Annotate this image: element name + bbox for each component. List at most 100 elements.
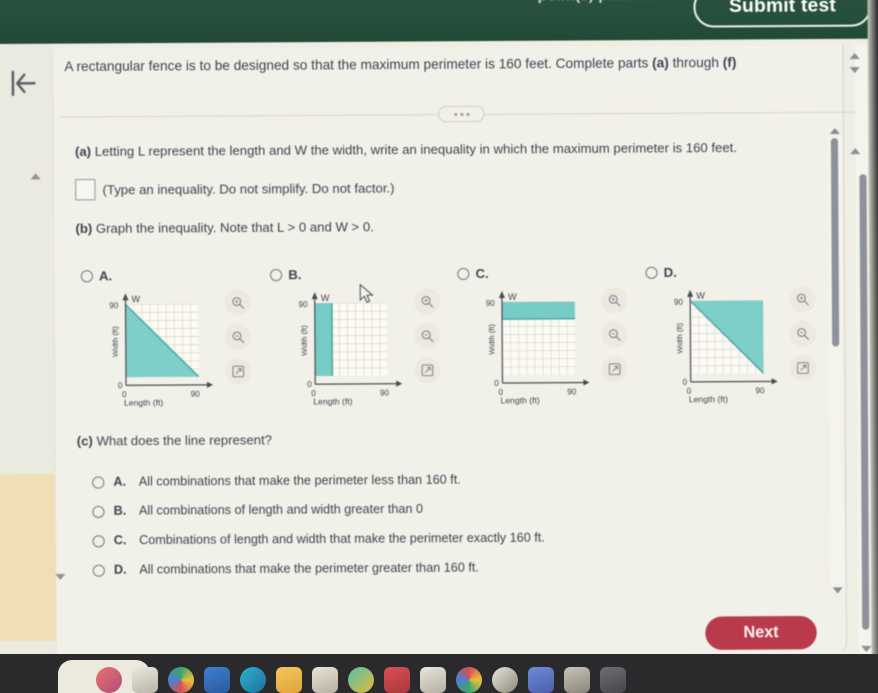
graph-radio-b[interactable] [270,268,283,281]
svg-text:Width (ft): Width (ft) [487,323,496,354]
photos-icon[interactable] [168,667,194,693]
graph-c-tools[interactable] [601,287,628,383]
graph-radio-a[interactable] [80,269,93,282]
open-in-new-icon[interactable] [225,358,252,385]
zoom-in-icon[interactable] [789,285,816,313]
svg-text:90: 90 [191,390,201,399]
svg-text:90: 90 [486,299,496,308]
svg-text:90: 90 [674,298,684,307]
question-scrollbar-thumb[interactable] [830,138,840,347]
svg-text:90: 90 [299,300,309,309]
svg-text:90: 90 [755,387,765,396]
svg-text:W: W [508,292,517,302]
mail-app-icon[interactable] [348,667,374,693]
pages-icon[interactable] [420,667,446,693]
open-in-new-icon[interactable] [414,357,441,384]
svg-text:Width (ft): Width (ft) [675,322,684,353]
preview-icon[interactable] [564,667,590,693]
dot-1 [453,112,457,116]
graph-radio-d[interactable] [645,266,658,279]
choice-row-b[interactable]: B. All combinations of length and width … [92,501,424,519]
notes-icon[interactable] [312,667,338,693]
dot-2 [459,112,463,116]
svg-text:W: W [321,293,330,303]
open-in-new-icon[interactable] [601,355,628,383]
graph-option-b-head[interactable]: B. [270,267,301,282]
zoom-out-icon[interactable] [789,320,816,347]
zoom-out-icon[interactable] [414,322,441,350]
choice-radio-b[interactable] [92,505,105,519]
choice-letter-a: A. [113,474,127,489]
section-divider [60,99,861,128]
part-a-scroll-up-caret[interactable] [850,148,861,155]
chrome-icon[interactable] [456,667,482,693]
back-to-start-icon[interactable] [6,66,41,101]
part-a-hint: (Type an inequality. Do not simplify. Do… [102,180,395,198]
graph-plot-c: W 90 0 0 90 Width (ft) [469,285,591,399]
open-in-new-icon[interactable] [789,354,817,382]
choice-radio-c[interactable] [92,535,105,548]
next-button[interactable]: Next [705,615,817,650]
graph-a-tools[interactable] [224,289,252,385]
graph-radio-c[interactable] [457,267,470,280]
graph-d-tools[interactable] [789,285,817,382]
part-b-text: Graph the inequality. Note that L > 0 an… [92,218,374,236]
zoom-out-icon[interactable] [601,321,628,348]
zoom-in-icon[interactable] [601,287,628,314]
more-options-pill[interactable] [438,105,485,123]
choice-row-d[interactable]: D. All combinations that make the perime… [92,560,479,577]
graph-option-a[interactable]: A. W 90 0 0 90 Width (ft) Length (ft) [80,267,274,410]
dock[interactable] [0,663,878,693]
graph-b-tools[interactable] [413,288,441,384]
graph-option-d[interactable]: D. W 90 0 0 90 Width (ft) Length (ft) [645,264,838,407]
graph-b-x-label: Length (ft) [313,396,353,407]
part-a-answer-row: (Type an inequality. Do not simplify. Do… [75,177,395,201]
textedit-icon[interactable] [132,667,158,693]
choice-radio-d[interactable] [92,564,105,577]
header-scroll-up-arrow[interactable] [849,52,860,60]
teams-icon[interactable] [528,667,554,693]
choice-letter-b: B. [113,503,127,518]
choice-text-b: All combinations of length and width gre… [138,501,424,518]
graph-option-c-head[interactable]: C. [457,266,489,281]
trash-icon[interactable] [600,667,626,693]
header-scroll-carets[interactable] [849,52,860,74]
graph-option-a-head[interactable]: A. [80,268,112,283]
page-scroll-down-arrow[interactable] [860,645,871,653]
opera-icon[interactable] [492,667,518,693]
svg-text:90: 90 [109,301,119,310]
question-scrollbar[interactable] [827,127,844,594]
prompt-text-2: through [668,54,723,71]
inequality-input[interactable] [75,179,96,201]
appstore-icon[interactable] [204,667,230,693]
rail-scroll-down-caret[interactable] [55,573,66,581]
finder-icon[interactable] [96,667,122,693]
choice-row-c[interactable]: C. Combinations of length and width that… [92,530,545,548]
question-scroll-down-arrow[interactable] [832,587,843,594]
graph-plot-a: W 90 0 0 90 Width (ft) [93,288,215,402]
graph-plot-b: W 90 0 0 90 Width (ft) [282,286,404,400]
submit-test-button[interactable]: Submit test [693,0,872,28]
graph-letter-b: B. [288,266,302,283]
part-a-text: Letting L represent the length and W the… [91,139,738,159]
rail-scroll-up-caret[interactable] [30,173,41,180]
edge-icon[interactable] [240,667,266,693]
dot-3 [465,112,469,116]
choice-radio-a[interactable] [92,476,105,489]
gmail-icon[interactable] [384,667,410,693]
highlight-patch [0,473,56,642]
points-possible-label: point(s) possible [537,0,660,4]
graph-letter-d: D. [663,264,677,280]
folder-icon[interactable] [276,667,302,693]
graph-option-c[interactable]: C. W 90 0 0 90 Width (ft) Length (ft) [457,265,650,408]
zoom-out-icon[interactable] [224,323,252,351]
svg-text:90: 90 [567,388,577,397]
header-scroll-down-arrow[interactable] [849,67,860,74]
graph-option-d-head[interactable]: D. [645,264,677,280]
zoom-in-icon[interactable] [413,288,441,315]
svg-text:Width (ft): Width (ft) [111,326,120,357]
svg-text:0: 0 [494,379,499,388]
choice-row-a[interactable]: A. All combinations that make the perime… [92,472,461,489]
question-scroll-up-arrow[interactable] [829,127,840,135]
zoom-in-icon[interactable] [224,289,252,316]
